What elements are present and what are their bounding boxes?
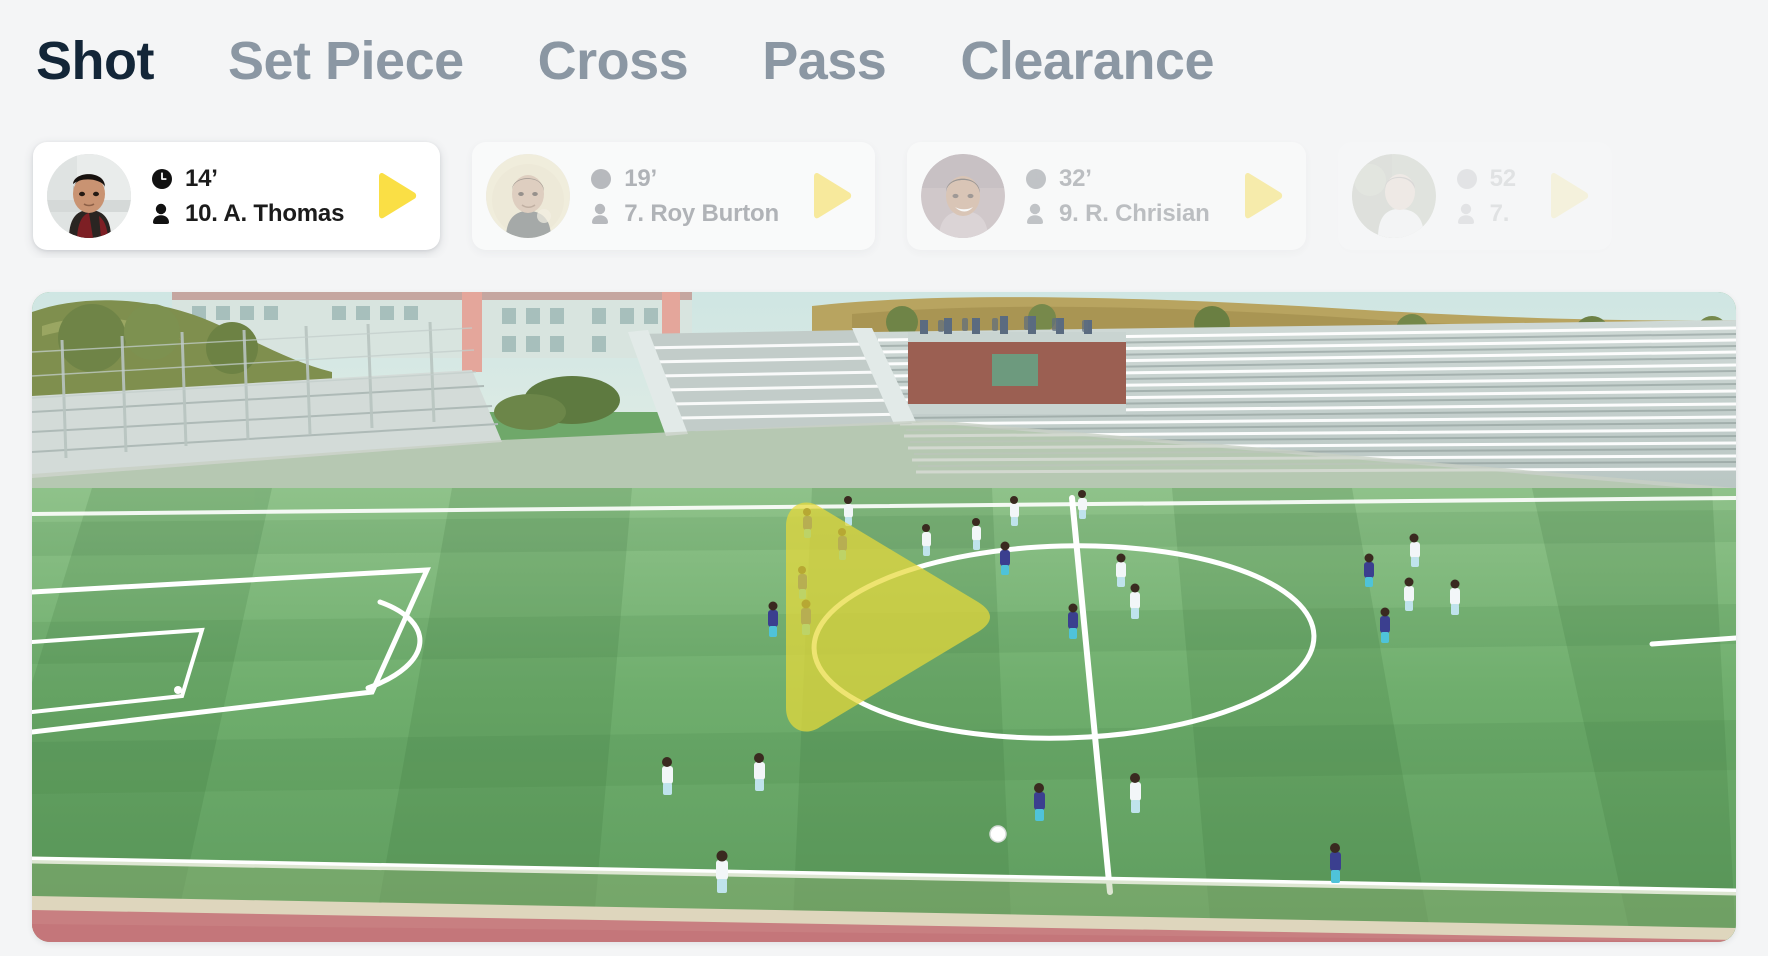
- event-player-row: 10. A. Thomas: [151, 200, 344, 228]
- clock-icon: [151, 168, 177, 190]
- avatar: [486, 154, 571, 238]
- card-play-button[interactable]: [1542, 170, 1594, 222]
- event-details: 32’ 9. R. Chrisian: [1025, 165, 1210, 228]
- event-player-name: 7. Roy Burton: [624, 199, 779, 227]
- tabbar-scroll-fade: [1618, 0, 1768, 122]
- event-player-name: 9. R. Chrisian: [1058, 199, 1210, 227]
- video-play-button[interactable]: [32, 292, 1736, 942]
- event-card-2[interactable]: 19’ 7. Roy Burton: [472, 142, 875, 250]
- card-play-button[interactable]: [1236, 170, 1288, 222]
- event-player-row: 9. R. Chrisian: [1025, 200, 1210, 228]
- tab-pass[interactable]: Pass: [762, 34, 887, 88]
- clock-icon: [1456, 168, 1482, 190]
- tab-cross[interactable]: Cross: [538, 34, 689, 88]
- event-minute-row: 14’: [151, 165, 344, 193]
- event-player-row: 7. Roy Burton: [590, 200, 779, 228]
- card-play-button[interactable]: [370, 170, 422, 222]
- event-minute: 19’: [624, 164, 657, 192]
- event-minute-row: 19’: [590, 165, 779, 193]
- tab-set-piece[interactable]: Set Piece: [228, 34, 464, 88]
- event-details: 19’ 7. Roy Burton: [590, 165, 779, 228]
- person-icon: [1025, 203, 1051, 225]
- person-icon: [1456, 203, 1482, 225]
- clock-icon: [1025, 168, 1051, 190]
- event-card-1[interactable]: 14’ 10. A. Thomas: [33, 142, 441, 250]
- avatar: [1351, 154, 1436, 238]
- event-card-3[interactable]: 32’ 9. R. Chrisian: [906, 142, 1306, 250]
- event-minute-row: 32’: [1025, 165, 1210, 193]
- person-icon: [151, 203, 177, 225]
- avatar: [47, 154, 131, 238]
- tab-clearance[interactable]: Clearance: [960, 34, 1214, 88]
- event-details: 52 7.: [1456, 165, 1516, 228]
- cardstrip-scroll-fade: [1648, 130, 1768, 258]
- event-minute: 14’: [185, 164, 218, 192]
- card-play-button[interactable]: [805, 170, 857, 222]
- event-details: 14’ 10. A. Thomas: [151, 165, 344, 228]
- event-type-tabs[interactable]: Shot Set Piece Cross Pass Clearance: [0, 0, 1768, 122]
- event-card-strip[interactable]: 14’ 10. A. Thomas 19’ 7. Roy Burton 32’ …: [0, 130, 1768, 258]
- event-player-row: 7.: [1456, 200, 1516, 228]
- person-icon: [590, 203, 616, 225]
- event-player-name: 10. A. Thomas: [185, 199, 345, 227]
- sports-event-browser: Shot Set Piece Cross Pass Clearance 14’ …: [0, 0, 1768, 956]
- event-minute-row: 52: [1456, 165, 1516, 193]
- clock-icon: [590, 168, 616, 190]
- event-card-4[interactable]: 52 7.: [1337, 142, 1612, 250]
- event-minute: 32’: [1058, 164, 1092, 192]
- tab-shot[interactable]: Shot: [36, 34, 154, 88]
- event-player-name: 7.: [1489, 199, 1510, 227]
- video-player[interactable]: [32, 292, 1736, 942]
- avatar: [920, 154, 1005, 238]
- event-minute: 52: [1489, 164, 1516, 192]
